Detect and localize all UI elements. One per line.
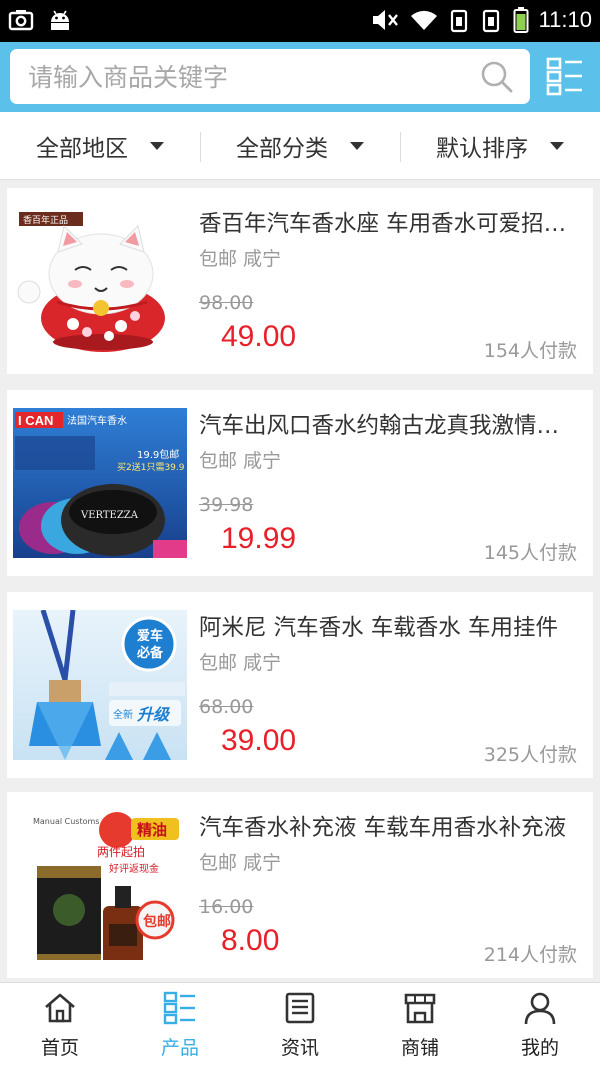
filter-region[interactable]: 全部地区 [0,112,200,179]
image-text: 爱车 [137,628,163,644]
product-sales-count: 145人付款 [483,542,577,564]
image-text: 必备 [136,645,164,661]
filter-category-label: 全部分类 [236,135,328,162]
news-icon [285,992,315,1024]
image-text: 包邮 [143,913,171,930]
bottom-tab-bar: 首页 产品 资讯 商铺 我的 [0,982,600,1067]
caret-down-icon [550,141,564,150]
search-box[interactable] [10,49,530,104]
wifi-icon [410,10,437,30]
image-text: 两件起拍 [97,844,145,859]
image-text: 法国汽车香水 [67,414,127,427]
tab-news-label: 资讯 [280,1037,319,1059]
product-image-refill-oil[interactable]: Manual Customs 精油 两件起拍 好评返现金 包邮 [13,810,187,960]
product-price: 39.00 [221,724,297,757]
product-shipping-location: 包邮 咸宁 [199,248,282,270]
filter-sort-label: 默认排序 [436,135,528,162]
sim1-icon [450,9,467,33]
product-card[interactable]: 爱车 必备 全新 升级 阿米尼 汽车香水 车载香水 车用挂件 包邮 咸宁 68.… [7,592,593,778]
product-sales-count: 214人付款 [483,944,577,966]
filter-sort[interactable]: 默认排序 [400,112,600,179]
filter-category[interactable]: 全部分类 [200,112,400,179]
image-text: 买2送1只需39.9 [117,461,185,473]
caret-down-icon [150,141,164,150]
image-text: Manual Customs [33,817,99,826]
tab-news[interactable]: 资讯 [240,983,360,1067]
image-text: 全新 [113,708,133,721]
product-original-price: 98.00 [199,292,254,314]
tab-home-label: 首页 [40,1037,79,1059]
sim2-icon [482,9,499,33]
image-text: VERTEZZA [80,510,139,521]
grid-list-icon [163,991,195,1025]
category-menu-icon[interactable] [545,56,585,96]
image-text: I CAN [18,413,53,428]
tab-stores-label: 商铺 [400,1037,439,1059]
tab-products[interactable]: 产品 [120,983,240,1067]
product-card[interactable]: Manual Customs 精油 两件起拍 好评返现金 包邮 汽车香水补充液 … [7,792,593,978]
product-card[interactable]: I CAN 法国汽车香水 19.9包邮 买2送1只需39.9 VERTEZZA … [7,390,593,576]
filter-bar: 全部地区 全部分类 默认排序 [0,112,600,180]
product-image-vent-perfume[interactable]: I CAN 法国汽车香水 19.9包邮 买2送1只需39.9 VERTEZZA [13,408,187,558]
product-list[interactable]: 香百年正品 香百年汽车香水座 车用香水可爱招财猫 包邮 咸宁 98.00 49.… [0,180,600,982]
product-title[interactable]: 阿米尼 汽车香水 车载香水 车用挂件 [199,610,579,642]
image-text: 升级 [136,705,171,724]
product-original-price: 16.00 [199,896,254,918]
tab-products-label: 产品 [160,1037,199,1059]
product-image-hanging-perfume[interactable]: 爱车 必备 全新 升级 [13,610,187,760]
image-badge-text: 香百年正品 [23,214,68,226]
search-input[interactable] [28,57,478,97]
store-icon [404,993,436,1024]
image-text: 好评返现金 [109,862,159,875]
user-icon [524,992,556,1025]
android-icon [51,10,69,30]
product-card[interactable]: 香百年正品 香百年汽车香水座 车用香水可爱招财猫 包邮 咸宁 98.00 49.… [7,188,593,374]
product-sales-count: 325人付款 [483,744,577,766]
app-header [0,42,600,112]
product-sales-count: 154人付款 [483,340,577,362]
battery-icon [513,7,529,33]
image-text: 精油 [137,821,167,839]
product-title[interactable]: 汽车出风口香水约翰古龙真我激情香水 [199,408,579,440]
product-shipping-location: 包邮 咸宁 [199,652,282,674]
clock: 11:10 [538,7,592,32]
product-title[interactable]: 香百年汽车香水座 车用香水可爱招财猫 [199,206,579,238]
product-price: 49.00 [221,320,297,353]
home-icon [45,993,75,1023]
caret-down-icon [350,141,364,150]
screenshot-icon [8,10,34,31]
product-shipping-location: 包邮 咸宁 [199,450,282,472]
mute-icon [372,10,398,30]
product-original-price: 39.98 [199,494,254,516]
tab-stores[interactable]: 商铺 [360,983,480,1067]
tab-home[interactable]: 首页 [0,983,120,1067]
product-title[interactable]: 汽车香水补充液 车载车用香水补充液 [199,810,579,842]
product-image-lucky-cat[interactable]: 香百年正品 [13,206,187,356]
search-icon[interactable] [480,60,514,94]
tab-profile[interactable]: 我的 [480,983,600,1067]
product-shipping-location: 包邮 咸宁 [199,852,282,874]
product-price: 8.00 [221,924,280,957]
product-original-price: 68.00 [199,696,254,718]
tab-profile-label: 我的 [520,1037,559,1059]
filter-region-label: 全部地区 [36,135,128,162]
status-bar: 11:10 [0,0,600,42]
product-price: 19.99 [221,522,297,555]
image-text: 19.9包邮 [137,448,179,461]
